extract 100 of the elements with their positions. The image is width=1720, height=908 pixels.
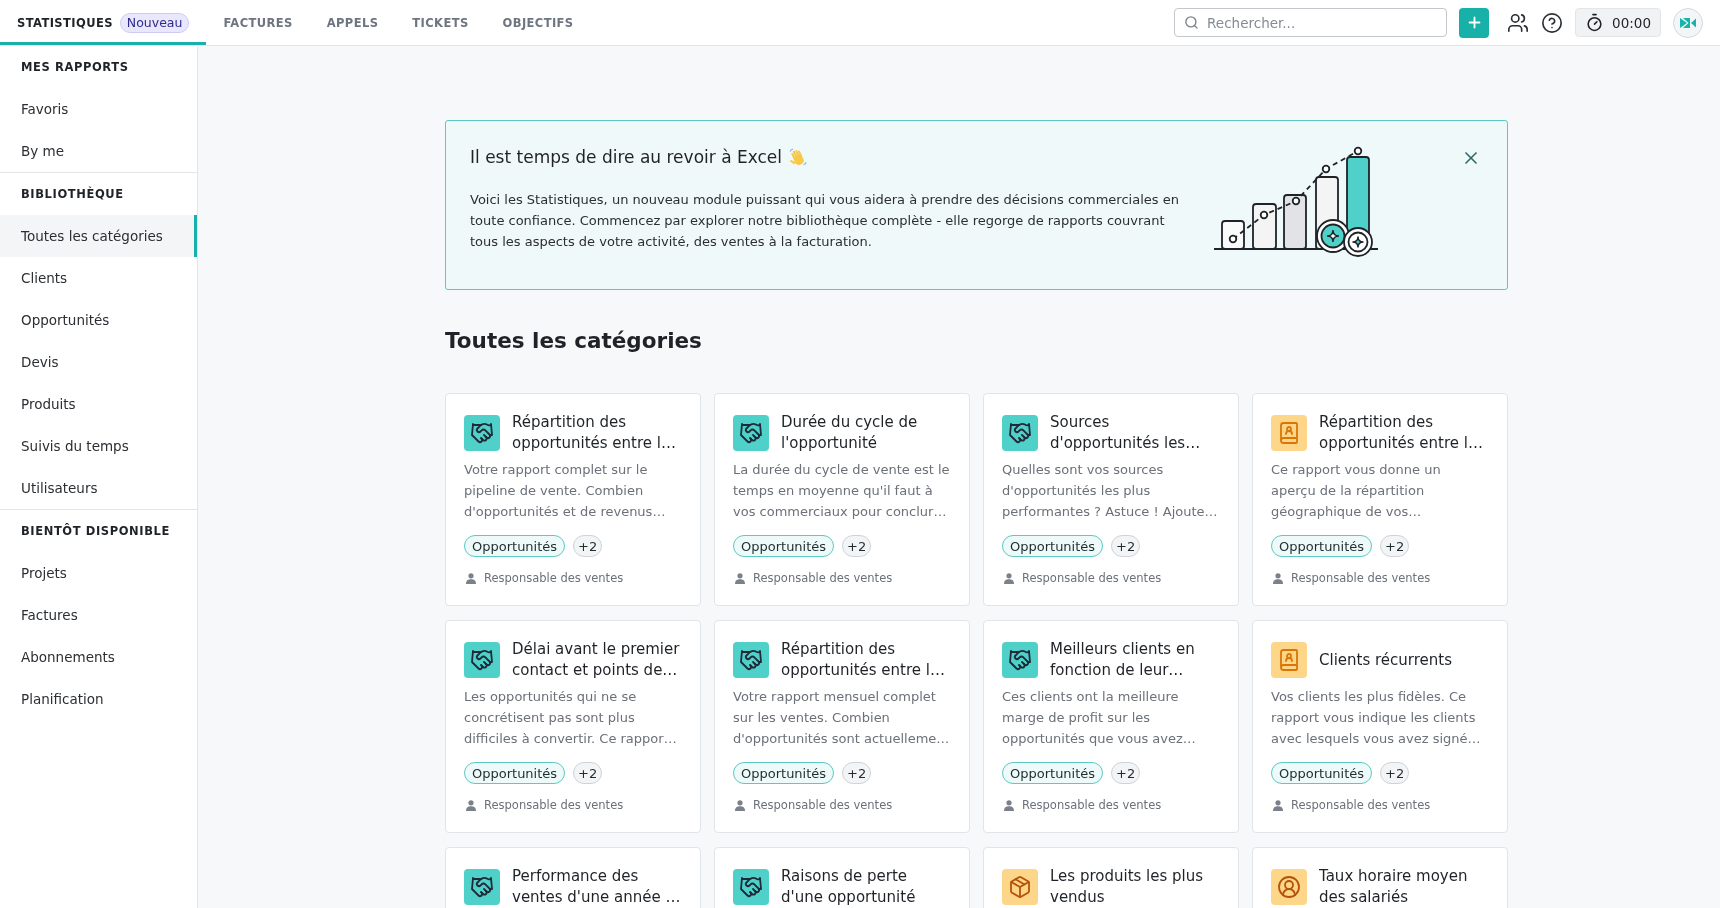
card-title: Clients récurrents bbox=[1319, 649, 1453, 671]
report-card[interactable]: Taux horaire moyen des salariés bbox=[1252, 847, 1508, 908]
sidebar-item[interactable]: Factures bbox=[0, 594, 197, 636]
card-title: Les produits les plus vendus bbox=[1050, 866, 1205, 908]
sidebar-item[interactable]: Produits bbox=[0, 383, 197, 425]
nav-tab[interactable]: TICKETS bbox=[395, 0, 486, 45]
more-count-tag: +2 bbox=[842, 762, 872, 784]
handshake-icon bbox=[1002, 415, 1038, 451]
card-description: Quelles sont vos sources d'opportunités les plus performantes ? Astuce ! Ajoute… bbox=[1002, 461, 1219, 521]
audience-label: Responsable des ventes bbox=[1291, 798, 1431, 812]
sidebar-item[interactable]: Projets bbox=[0, 552, 197, 594]
category-tag: Opportunités bbox=[464, 762, 566, 784]
data-point bbox=[1228, 234, 1238, 244]
more-count-tag: +2 bbox=[573, 762, 603, 784]
card-description: Vos clients les plus fidèles. Ce rapport vous indique les clients avec lesquels vous avez signé… bbox=[1271, 688, 1482, 748]
page-heading: Toutes les catégories bbox=[445, 327, 703, 355]
person-icon bbox=[466, 572, 476, 584]
report-card[interactable]: Sources d'opportunités les… Quelles sont vos sources d'opportunités les plus performantes ? Astuce ! Ajoute… Opportunités +2 Responsable des ventes bbox=[983, 393, 1239, 606]
sidebar-item[interactable]: Suivis du temps bbox=[0, 425, 197, 467]
person-icon bbox=[735, 799, 745, 811]
handshake-icon bbox=[464, 869, 500, 905]
timer-button[interactable]: 00:00 bbox=[1575, 8, 1661, 37]
card-title: Sources d'opportunités les… bbox=[1050, 412, 1202, 454]
search-field[interactable]: Rechercher... bbox=[1174, 8, 1448, 37]
add-button[interactable] bbox=[1459, 7, 1490, 38]
stopwatch-icon bbox=[1585, 13, 1605, 32]
sidebar-item[interactable]: By me bbox=[0, 130, 197, 172]
audience-label: Responsable des ventes bbox=[753, 798, 893, 812]
handshake-icon bbox=[733, 415, 769, 451]
data-point bbox=[1353, 146, 1363, 156]
chart-bar bbox=[1221, 220, 1245, 250]
section-heading: MES RAPPORTS bbox=[20, 59, 130, 76]
category-tag: Opportunités bbox=[1271, 535, 1373, 557]
more-count-tag: +2 bbox=[1380, 762, 1410, 784]
sidebar-item[interactable]: Devis bbox=[0, 341, 197, 383]
category-tag: Opportunités bbox=[733, 535, 835, 557]
person-icon bbox=[1004, 799, 1014, 811]
category-tag: Opportunités bbox=[1271, 762, 1373, 784]
data-point bbox=[1259, 210, 1269, 220]
category-tag: Opportunités bbox=[733, 762, 835, 784]
coin bbox=[1343, 227, 1373, 257]
data-point bbox=[1291, 196, 1301, 206]
report-card[interactable]: Clients récurrents Vos clients les plus fidèles. Ce rapport vous indique les clients avec lesquels vous avez signé… Opportunités +2 Responsable des ventes bbox=[1252, 620, 1508, 833]
report-card[interactable]: Durée du cycle de l'opportunité La durée du cycle de vente est le temps en moyenne qu'il faut à vos commerciaux pour conclur… Opportunités +2 Responsable des ventes bbox=[714, 393, 970, 606]
package-icon bbox=[1002, 869, 1038, 905]
card-title: Durée du cycle de l'opportunité bbox=[781, 412, 919, 454]
sidebar-item[interactable]: Utilisateurs bbox=[0, 467, 197, 509]
audience-label: Responsable des ventes bbox=[753, 571, 893, 585]
audience-label: Responsable des ventes bbox=[484, 571, 624, 585]
person-icon bbox=[1004, 572, 1014, 584]
person-icon bbox=[466, 799, 476, 811]
report-card[interactable]: Raisons de perte d'une opportunité bbox=[714, 847, 970, 908]
help-icon[interactable] bbox=[1541, 11, 1564, 34]
banner-title: Il est temps de dire au revoir à Excel bbox=[470, 146, 782, 168]
data-point bbox=[1321, 164, 1331, 174]
card-title: Raisons de perte d'une opportunité bbox=[781, 866, 917, 908]
card-title: Répartition des opportunités entre l… bbox=[512, 412, 677, 454]
people-icon[interactable] bbox=[1507, 11, 1530, 34]
waving-hand-icon bbox=[789, 148, 807, 166]
section-heading: BIENTÔT DISPONIBLE bbox=[20, 522, 171, 540]
person-icon bbox=[735, 572, 745, 584]
card-description: La durée du cycle de vente est le temps en moyenne qu'il faut à vos commerciaux pour conclur… bbox=[733, 461, 951, 521]
address-book-icon bbox=[1271, 642, 1307, 678]
handshake-icon bbox=[733, 869, 769, 905]
sidebar-item[interactable]: Clients bbox=[0, 257, 197, 299]
banner-text: Voici les Statistiques, un nouveau module puissant qui vous aidera à prendre des décisions commerciales en toute confiance. Commencez par explorer notre bibliothèque complète - elle regorge de rapports couvrant tous les aspects de votre activité, des ventes à la facturation. bbox=[470, 191, 1180, 251]
section-heading: BIBLIOTHÈQUE bbox=[20, 185, 125, 203]
nav-tab[interactable]: OBJECTIFS bbox=[485, 0, 591, 45]
more-count-tag: +2 bbox=[1380, 535, 1410, 557]
card-title: Performance des ventes d'une année … bbox=[512, 866, 682, 908]
handshake-icon bbox=[464, 415, 500, 451]
more-count-tag: +2 bbox=[573, 535, 603, 557]
nav-tab[interactable]: FACTURES bbox=[206, 0, 310, 45]
card-description: Votre rapport complet sur le pipeline de vente. Combien d'opportunités et de revenus… bbox=[464, 461, 667, 521]
video-camera-icon[interactable] bbox=[1673, 7, 1703, 38]
card-title: Répartition des opportunités entre l… bbox=[1319, 412, 1484, 454]
chart-bar bbox=[1283, 194, 1307, 250]
sidebar-item[interactable]: Toutes les catégories bbox=[0, 215, 197, 257]
report-card[interactable]: Délai avant le premier contact et points de… Les opportunités qui ne se concrétisent pas sont plus difficiles à convertir. Ce rappor… Opportunités +2 Responsable des ventes bbox=[445, 620, 701, 833]
more-count-tag: +2 bbox=[1111, 762, 1141, 784]
sidebar-item[interactable]: Abonnements bbox=[0, 636, 197, 678]
audience-label: Responsable des ventes bbox=[484, 798, 624, 812]
sidebar-item[interactable]: Favoris bbox=[0, 88, 197, 130]
report-card[interactable]: Les produits les plus vendus bbox=[983, 847, 1239, 908]
report-card[interactable]: Performance des ventes d'une année … bbox=[445, 847, 701, 908]
sidebar-item[interactable]: Opportunités bbox=[0, 299, 197, 341]
report-card[interactable]: Répartition des opportunités entre l… Votre rapport complet sur le pipeline de vente. Combien d'opportunités et de revenus… Opportunités +2 Responsable des ventes bbox=[445, 393, 701, 606]
report-card[interactable]: Répartition des opportunités entre l… Ce rapport vous donne un aperçu de la répartition géographique de vos… Opportunités +2 Responsable des ventes bbox=[1252, 393, 1508, 606]
card-title: Meilleurs clients en fonction de leur… bbox=[1050, 639, 1196, 681]
person-icon bbox=[1273, 799, 1283, 811]
more-count-tag: +2 bbox=[1111, 535, 1141, 557]
category-tag: Opportunités bbox=[1002, 535, 1104, 557]
report-card[interactable]: Meilleurs clients en fonction de leur… Ces clients ont la meilleure marge de profit sur les opportunités que vous avez… Opportunités +2 Responsable des ventes bbox=[983, 620, 1239, 833]
sidebar-item[interactable]: Planification bbox=[0, 678, 197, 720]
report-card[interactable]: Répartition des opportunités entre l… Votre rapport mensuel complet sur les ventes. Combien d'opportunités sont actuelleme… Opportunités +2 Responsable des ventes bbox=[714, 620, 970, 833]
handshake-icon bbox=[1002, 642, 1038, 678]
card-description: Ce rapport vous donne un aperçu de la répartition géographique de vos… bbox=[1271, 461, 1442, 521]
card-description: Les opportunités qui ne se concrétisent pas sont plus difficiles à convertir. Ce rappor… bbox=[464, 688, 678, 748]
nav-tab[interactable]: APPELS bbox=[309, 0, 396, 45]
card-description: Votre rapport mensuel complet sur les ventes. Combien d'opportunités sont actuelleme… bbox=[733, 688, 951, 748]
